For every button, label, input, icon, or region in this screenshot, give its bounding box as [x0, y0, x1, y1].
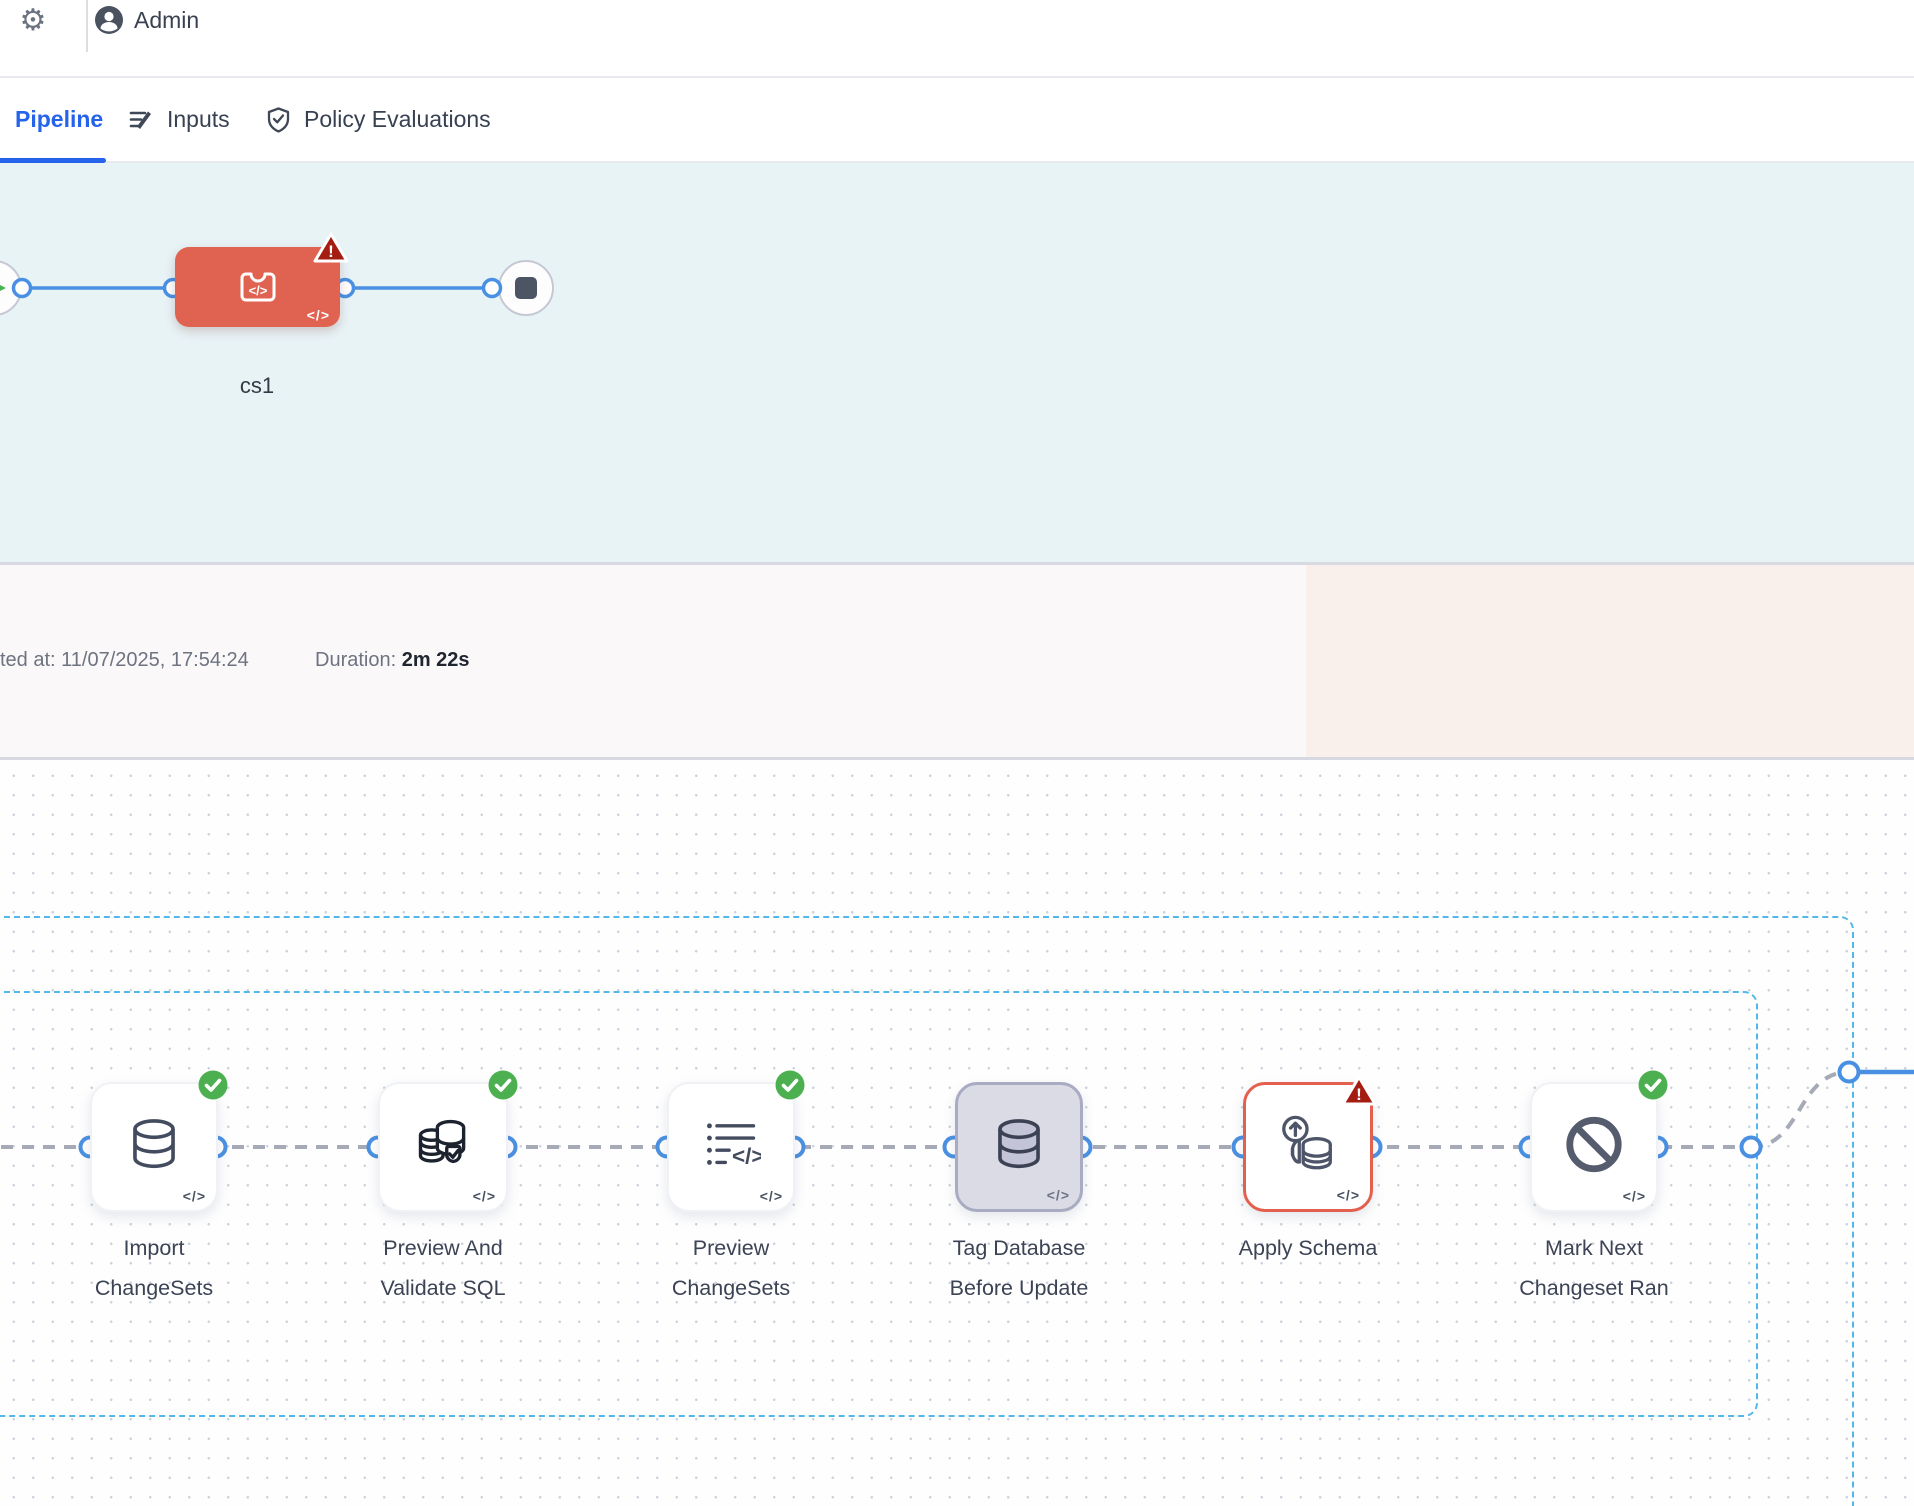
duration-label: Duration: — [315, 649, 396, 671]
pipeline-app: ⚙ Admin Pipeline Inputs — [0, 0, 1914, 1506]
code-icon: </> — [1337, 1187, 1360, 1203]
success-badge — [1638, 1070, 1668, 1100]
apply-schema-icon — [1277, 1114, 1339, 1176]
node-import-changesets[interactable]: </> — [90, 1082, 218, 1212]
code-icon: </> — [760, 1188, 783, 1204]
edge-exit-curve[interactable] — [1751, 1072, 1849, 1147]
node-label: Preview And Validate SQL — [313, 1228, 573, 1308]
code-icon: </> — [307, 307, 330, 323]
node-label: Apply Schema — [1178, 1228, 1438, 1268]
code-icon: </> — [473, 1188, 496, 1204]
tab-bar: Pipeline Inputs Policy Evaluations — [0, 78, 1914, 163]
settings-gear-icon[interactable]: ⚙ — [14, 1, 52, 39]
code-icon: </> — [1623, 1188, 1646, 1204]
node-tag-database[interactable]: </> — [955, 1082, 1083, 1212]
prohibited-icon — [1563, 1114, 1625, 1176]
svg-text:!: ! — [328, 242, 334, 261]
success-badge — [488, 1070, 518, 1100]
custom-code-icon: </> — [234, 262, 282, 310]
code-icon: </> — [183, 1188, 206, 1204]
database-check-icon — [413, 1114, 473, 1176]
duration-value: 2m 22s — [402, 649, 470, 671]
node-apply-schema[interactable]: </> ! — [1243, 1082, 1373, 1212]
stop-square-icon — [515, 277, 537, 299]
tab-inputs-label: Inputs — [167, 106, 230, 133]
node-cs1-label: cs1 — [177, 373, 337, 399]
node-preview-validate-sql[interactable]: </> — [378, 1082, 508, 1212]
node-mark-next-changeset[interactable]: </> — [1530, 1082, 1658, 1212]
connection-port[interactable] — [14, 280, 31, 297]
code-icon: </> — [1047, 1187, 1070, 1203]
tab-pipeline[interactable]: Pipeline — [15, 78, 103, 161]
tab-policy-evaluations[interactable]: Policy Evaluations — [265, 78, 491, 161]
user-menu[interactable]: Admin — [94, 2, 199, 38]
tab-policy-label: Policy Evaluations — [304, 106, 491, 133]
node-label: Import ChangeSets — [24, 1228, 284, 1308]
node-preview-changesets[interactable]: </> </> — [667, 1082, 795, 1212]
error-badge: ! — [312, 231, 350, 265]
svg-text:!: ! — [1356, 1085, 1362, 1104]
status-bar-accent — [1306, 565, 1914, 757]
connection-port[interactable] — [484, 280, 501, 297]
topbar-divider — [86, 0, 88, 52]
top-bar: ⚙ Admin — [0, 0, 1914, 78]
started-at-label: ted at: — [0, 649, 56, 671]
svg-text:</>: </> — [248, 283, 267, 298]
node-label: Tag Database Before Update — [889, 1228, 1149, 1308]
started-at: ted at: 11/07/2025, 17:54:24 — [0, 649, 249, 672]
user-avatar-icon — [94, 5, 124, 35]
node-cs1[interactable]: </> </> ! — [175, 247, 340, 327]
top-pipeline-canvas[interactable]: </> </> ! cs1 — [0, 163, 1914, 562]
error-badge: ! — [1340, 1074, 1378, 1108]
started-at-value: 11/07/2025, 17:54:24 — [61, 649, 249, 671]
connection-port[interactable] — [1742, 1138, 1761, 1157]
database-icon — [990, 1114, 1048, 1176]
tab-inputs[interactable]: Inputs — [128, 78, 230, 161]
inputs-icon — [128, 106, 155, 133]
success-badge — [198, 1070, 228, 1100]
shield-check-icon — [265, 106, 292, 133]
changelist-icon: </> — [701, 1115, 761, 1175]
sub-pipeline-canvas[interactable]: </> Import ChangeSets </> — [0, 760, 1914, 1506]
node-label: Preview ChangeSets — [601, 1228, 861, 1308]
connection-port[interactable] — [1840, 1063, 1859, 1082]
duration: Duration: 2m 22s — [315, 649, 470, 672]
user-name-label: Admin — [134, 7, 199, 34]
svg-text:</>: </> — [732, 1143, 761, 1168]
run-status-bar: ted at: 11/07/2025, 17:54:24 Duration: 2… — [0, 562, 1914, 760]
database-icon — [125, 1114, 183, 1176]
node-label: Mark Next Changeset Ran — [1464, 1228, 1724, 1308]
tab-pipeline-label: Pipeline — [15, 106, 103, 133]
top-pipeline-edges — [0, 163, 1914, 562]
success-badge — [775, 1070, 805, 1100]
